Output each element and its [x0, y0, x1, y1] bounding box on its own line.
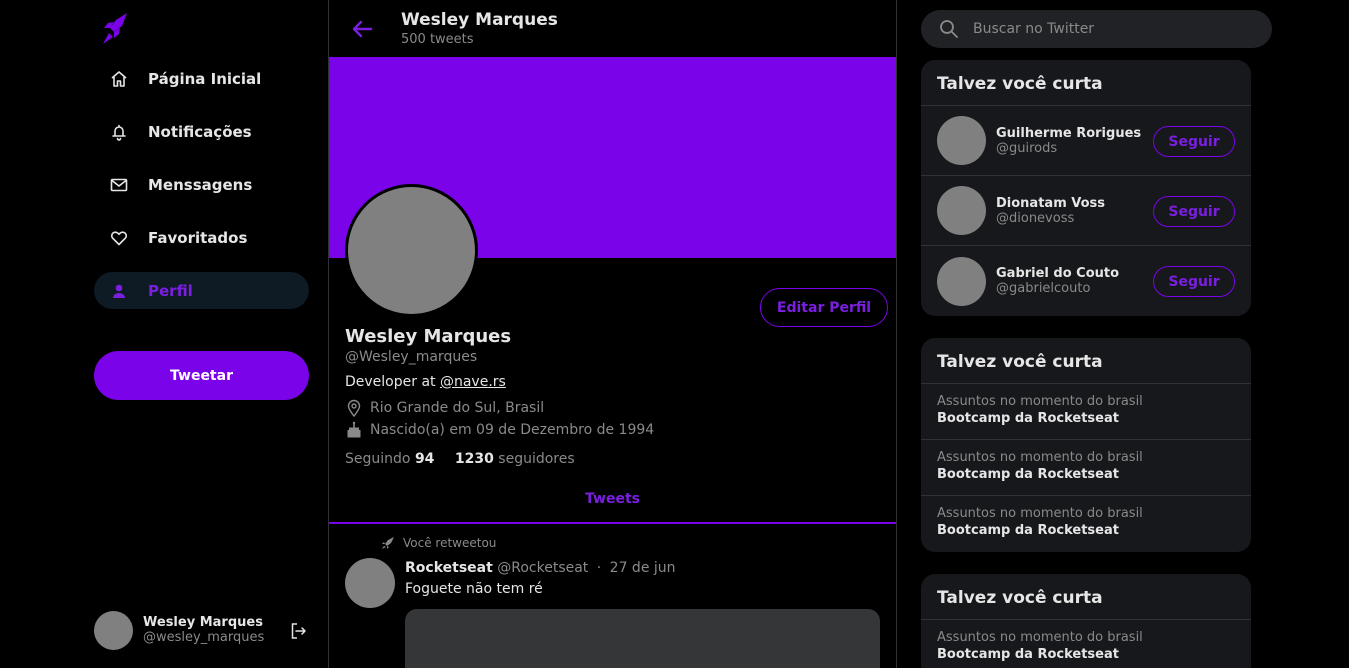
avatar	[937, 116, 986, 165]
follow-suggestion[interactable]: Gabriel do Couto @gabrielcouto Seguir	[921, 246, 1251, 316]
nav-item-favorites[interactable]: Favoritados	[94, 219, 309, 256]
heart-icon	[108, 227, 130, 249]
nav-item-home[interactable]: Página Inicial	[94, 60, 309, 97]
card-title: Talvez você curta	[921, 60, 1251, 106]
trend-context: Assuntos no momento do brasil	[937, 630, 1143, 645]
following-count[interactable]: 94	[415, 451, 434, 467]
profile-info: Wesley Marques @Wesley_marques Developer…	[345, 326, 875, 467]
trend-topic: Bootcamp da Rocketseat	[937, 467, 1119, 482]
suggestion-name: Guilherme Rorigues	[996, 125, 1142, 141]
trend-item[interactable]: Assuntos no momento do brasil Bootcamp d…	[921, 620, 1251, 668]
birthday-cake-icon	[345, 421, 363, 439]
card-title: Talvez você curta	[921, 338, 1251, 384]
bell-icon	[108, 121, 130, 143]
follow-stats: Seguindo 94 1230 seguidores	[345, 451, 875, 467]
search-bar	[921, 10, 1272, 48]
edit-profile-button[interactable]: Editar Perfil	[760, 288, 888, 327]
tweet-media[interactable]	[405, 609, 880, 668]
trend-item[interactable]: Assuntos no momento do brasil Bootcamp d…	[921, 440, 1251, 496]
trends-card: Talvez você curta Assuntos no momento do…	[921, 574, 1251, 668]
profile-location: Rio Grande do Sul, Brasil	[345, 399, 875, 417]
nav-item-label: Notificações	[148, 122, 252, 141]
rocket-logo-icon[interactable]	[100, 12, 130, 46]
nav-item-label: Perfil	[148, 281, 193, 300]
page-title: Wesley Marques	[401, 10, 558, 30]
main-column: Wesley Marques 500 tweets Editar Perfil …	[328, 0, 897, 668]
suggestion-name: Gabriel do Couto	[996, 266, 1120, 281]
trend-context: Assuntos no momento do brasil	[937, 506, 1143, 521]
nav-item-label: Página Inicial	[148, 69, 262, 88]
location-pin-icon	[345, 399, 363, 417]
trend-topic: Bootcamp da Rocketseat	[937, 411, 1119, 426]
retweet-indicator: Você retweetou	[381, 536, 496, 550]
nav-item-messages[interactable]: Menssagens	[94, 166, 309, 203]
profile-name: Wesley Marques	[345, 326, 512, 347]
back-arrow-icon[interactable]	[349, 16, 375, 42]
trend-item[interactable]: Assuntos no momento do brasil Bootcamp d…	[921, 384, 1251, 440]
suggestion-name: Dionatam Voss	[996, 195, 1106, 211]
location-text: Rio Grande do Sul, Brasil	[370, 400, 545, 416]
profile-birthdate: Nascido(a) em 09 de Dezembro de 1994	[345, 421, 875, 439]
account-switcher[interactable]: Wesley Marques @wesley_marques	[94, 610, 314, 650]
tab-tweets[interactable]: Tweets	[329, 480, 896, 524]
account-name: Wesley Marques	[143, 615, 263, 630]
followers-count[interactable]: 1230	[455, 451, 494, 467]
follow-button[interactable]: Seguir	[1153, 126, 1235, 157]
bio-link[interactable]: @nave.rs	[440, 374, 506, 390]
sidebar-nav: Página Inicial Notificações Menssagens F…	[94, 60, 309, 325]
tweet-header: Rocketseat @Rocketseat · 27 de jun	[405, 560, 676, 576]
card-title: Talvez você curta	[921, 574, 1251, 620]
profile-header: Wesley Marques 500 tweets	[329, 0, 896, 57]
suggestion-handle: @guirods	[996, 140, 1058, 156]
nav-item-profile[interactable]: Perfil	[94, 272, 309, 309]
separator-dot: ·	[596, 560, 602, 576]
followers-label: seguidores	[498, 451, 575, 467]
nav-item-label: Menssagens	[148, 175, 253, 194]
nav-item-notifications[interactable]: Notificações	[94, 113, 309, 150]
profile-avatar	[345, 184, 478, 317]
tweet-button[interactable]: Tweetar	[94, 351, 309, 400]
avatar	[937, 186, 986, 235]
birthdate-text: Nascido(a) em 09 de Dezembro de 1994	[370, 422, 655, 438]
profile-handle: @Wesley_marques	[345, 349, 478, 365]
suggestion-handle: @dionevoss	[996, 210, 1075, 226]
trend-topic: Bootcamp da Rocketseat	[937, 647, 1119, 662]
user-icon	[108, 280, 130, 302]
nav-item-label: Favoritados	[148, 228, 248, 247]
following-label: Seguindo	[345, 451, 411, 467]
follow-suggestion[interactable]: Dionatam Voss @dionevoss Seguir	[921, 176, 1251, 246]
tweet-text: Foguete não tem ré	[405, 581, 543, 597]
follow-button[interactable]: Seguir	[1153, 196, 1235, 227]
avatar[interactable]	[345, 558, 395, 608]
tweet-author-handle: @Rocketseat	[497, 560, 589, 576]
trend-context: Assuntos no momento do brasil	[937, 394, 1143, 409]
trend-item[interactable]: Assuntos no momento do brasil Bootcamp d…	[921, 496, 1251, 552]
search-input[interactable]	[973, 21, 1253, 37]
follow-suggestion[interactable]: Guilherme Rorigues @guirods Seguir	[921, 106, 1251, 176]
tweet-date: 27 de jun	[609, 560, 676, 576]
profile-bio: Developer at @nave.rs	[345, 374, 875, 390]
avatar	[937, 256, 986, 306]
tweet-count: 500 tweets	[401, 32, 474, 47]
trends-card: Talvez você curta Assuntos no momento do…	[921, 338, 1251, 552]
suggestion-handle: @gabrielcouto	[996, 281, 1091, 296]
retweet-label: Você retweetou	[403, 536, 497, 550]
logout-icon[interactable]	[290, 622, 308, 640]
follow-button[interactable]: Seguir	[1153, 266, 1235, 297]
mail-icon	[108, 174, 130, 196]
home-icon	[108, 68, 130, 90]
search-icon	[940, 20, 958, 38]
who-to-follow-card: Talvez você curta Guilherme Rorigues @gu…	[921, 60, 1251, 316]
bio-text: Developer at	[345, 374, 440, 390]
avatar	[94, 610, 133, 650]
trend-topic: Bootcamp da Rocketseat	[937, 523, 1119, 538]
trend-context: Assuntos no momento do brasil	[937, 450, 1143, 465]
tweet-author-name[interactable]: Rocketseat	[405, 560, 493, 576]
rocket-icon	[382, 537, 394, 549]
account-handle: @wesley_marques	[143, 630, 265, 645]
